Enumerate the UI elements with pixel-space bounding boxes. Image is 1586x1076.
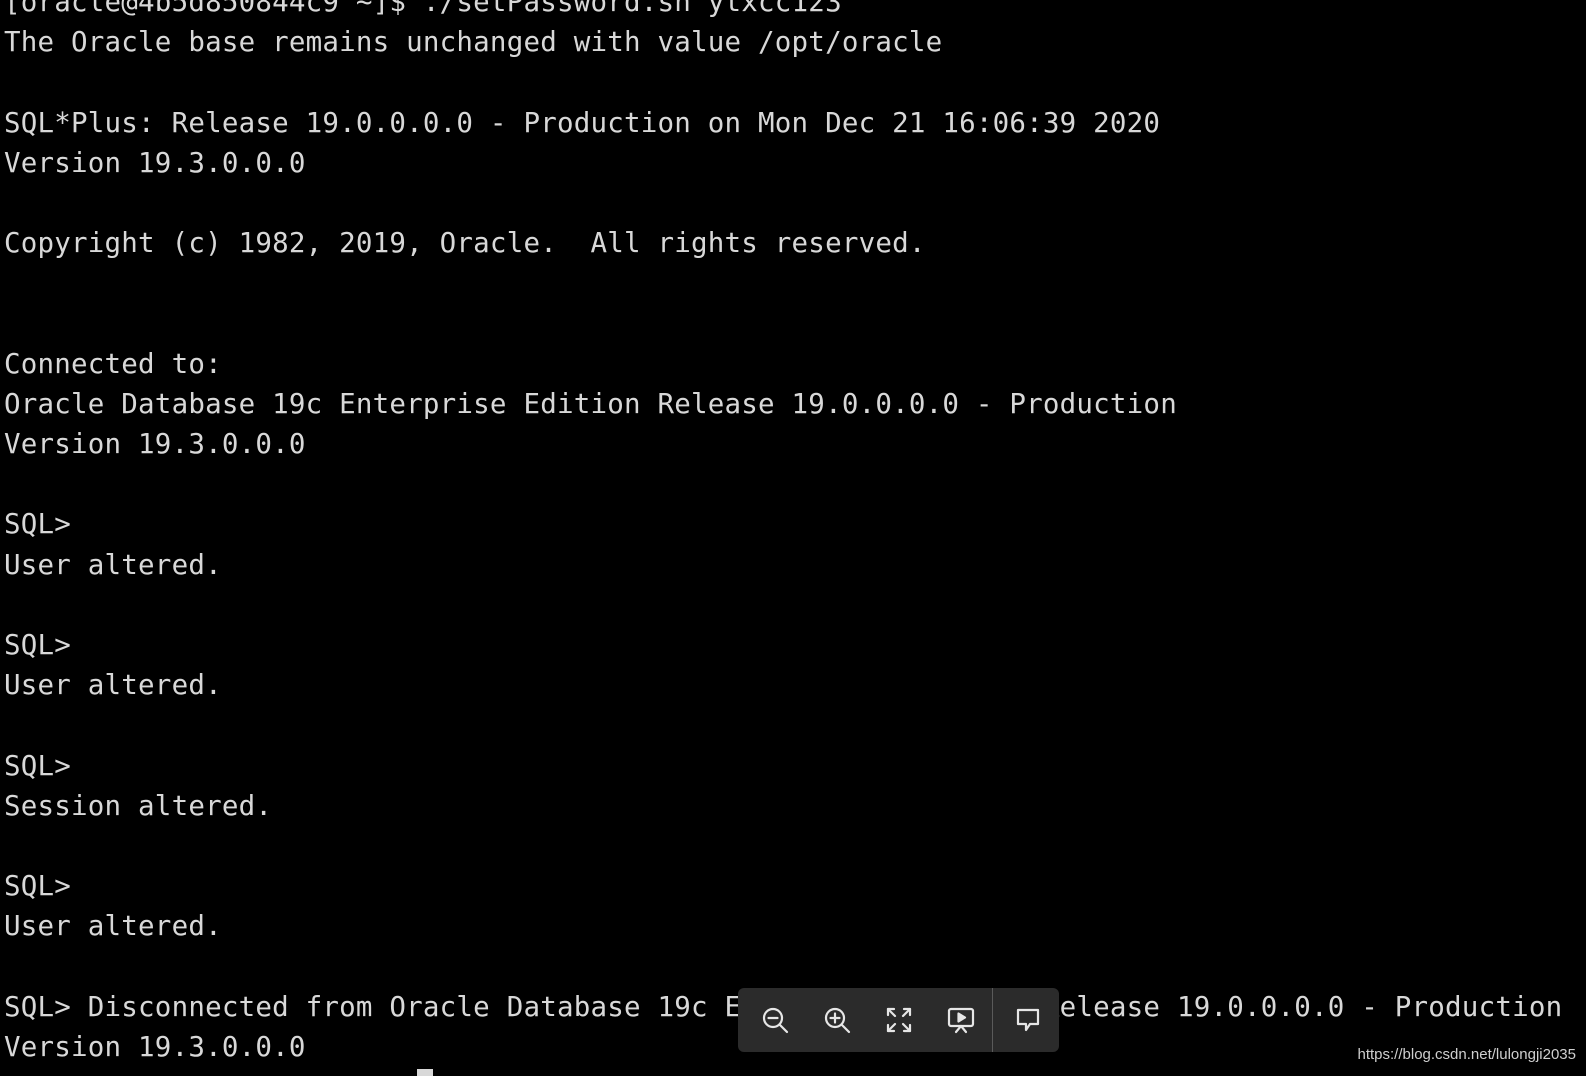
terminal-line: Version 19.3.0.0.0 xyxy=(4,428,306,461)
image-viewer-toolbar xyxy=(738,988,1059,1052)
fullscreen-icon xyxy=(886,1007,912,1033)
terminal-output: [oracle@4b5d850844c9 ~]$ ./setPassword.s… xyxy=(4,0,1562,1067)
comment-icon xyxy=(1016,1008,1040,1032)
terminal-line: Copyright (c) 1982, 2019, Oracle. All ri… xyxy=(4,227,926,260)
zoom-in-button[interactable] xyxy=(806,988,868,1052)
terminal-line: SQL> xyxy=(4,629,72,661)
fullscreen-button[interactable] xyxy=(868,988,930,1052)
terminal-line: Session altered. xyxy=(4,789,273,822)
terminal-cursor xyxy=(417,1069,433,1076)
terminal-line: SQL*Plus: Release 19.0.0.0.0 - Productio… xyxy=(4,106,1161,139)
terminal-line: SQL> xyxy=(4,749,72,782)
terminal-line: Connected to: xyxy=(4,347,222,380)
terminal-line: User altered. xyxy=(4,910,222,943)
terminal-line: The Oracle base remains unchanged with v… xyxy=(4,26,943,59)
slideshow-icon xyxy=(947,1007,975,1034)
terminal-line: SQL> xyxy=(4,870,72,903)
zoom-in-icon xyxy=(824,1007,851,1034)
toolbar-divider xyxy=(992,988,993,1052)
slideshow-button[interactable] xyxy=(930,988,992,1052)
terminal-window[interactable]: [oracle@4b5d850844c9 ~]$ ./setPassword.s… xyxy=(0,0,1586,1076)
zoom-out-button[interactable] xyxy=(744,988,806,1052)
comment-button[interactable] xyxy=(997,988,1059,1052)
watermark-url: https://blog.csdn.net/lulongji2035 xyxy=(1357,1046,1577,1063)
zoom-out-icon xyxy=(762,1007,789,1034)
terminal-line: [oracle@4b5d850844c9 ~]$ ./setPassword.s… xyxy=(4,0,842,18)
terminal-line: Version 19.3.0.0.0 xyxy=(4,146,306,179)
terminal-line: SQL> xyxy=(4,508,72,541)
terminal-line: Oracle Database 19c Enterprise Edition R… xyxy=(4,387,1177,420)
terminal-line: User altered. xyxy=(4,669,222,702)
terminal-line: User altered. xyxy=(4,548,222,581)
